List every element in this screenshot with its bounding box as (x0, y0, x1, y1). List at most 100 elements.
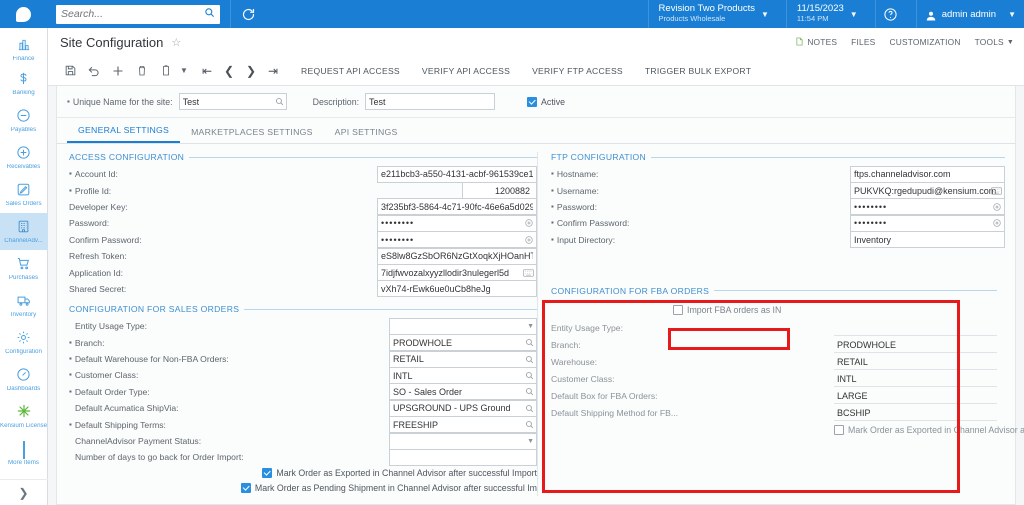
magnifier-lookup-icon[interactable] (275, 94, 284, 109)
sidebar-item-receivables[interactable]: Receivables (0, 139, 48, 176)
magnifier-lookup-icon[interactable] (525, 368, 534, 383)
magnifier-lookup-icon[interactable] (525, 352, 534, 367)
sidebar-item-configuration[interactable]: Configuration (0, 324, 48, 361)
fba-warehouse-value-wrap[interactable]: RETAIL (834, 355, 997, 370)
refresh-token-input[interactable]: eS8lw8GzSbOR6NzGtXoqkXjHOanHTQ (377, 247, 537, 265)
files-button[interactable]: FILES (851, 37, 875, 47)
ftp-password-input[interactable]: •••••••• (850, 198, 1005, 216)
application-id-input[interactable]: 7idjfwvozalxyyzllodir3nulegerl5d (377, 264, 537, 282)
fba-default-shipping-method-value-wrap[interactable]: BCSHIP (834, 406, 997, 421)
eye-reveal-icon[interactable] (524, 216, 534, 231)
refresh-icon[interactable] (231, 0, 265, 28)
profile-id-input[interactable]: 1200882 (462, 182, 537, 200)
import-fba-orders-as-in-row[interactable]: Import FBA orders as IN (673, 304, 781, 315)
customization-button[interactable]: CUSTOMIZATION (889, 37, 960, 47)
tools-button[interactable]: TOOLS ▼ (975, 37, 1014, 47)
confirm-password-input[interactable]: •••••••• (377, 231, 537, 249)
sidebar-item-payables[interactable]: Payables (0, 102, 48, 139)
magnifier-lookup-icon[interactable] (525, 384, 534, 399)
help-circle-icon[interactable] (876, 0, 906, 28)
eye-reveal-icon[interactable] (524, 232, 534, 247)
fba-customer-class-value-wrap[interactable]: INTL (834, 372, 997, 387)
trigger-bulk-export-button[interactable]: TRIGGER BULK EXPORT (634, 66, 762, 76)
copy-paste-dropdown-icon[interactable]: ▼ (178, 66, 190, 75)
so-mark-exported-checkbox-row[interactable]: Mark Order as Exported in Channel Adviso… (262, 468, 537, 479)
so-days-back-input[interactable] (389, 448, 537, 466)
fba-default-box-value-wrap[interactable]: LARGE (834, 389, 997, 404)
keyboard-icon[interactable] (991, 183, 1002, 198)
sidebar-item-banking[interactable]: Banking (0, 65, 48, 102)
so-branch-input[interactable]: PRODWHOLE (389, 334, 537, 352)
add-new-icon[interactable] (106, 59, 130, 83)
search-icon[interactable] (204, 7, 215, 21)
search-input[interactable] (61, 8, 204, 20)
company-selector[interactable]: Revision Two Products Products Wholesale… (649, 0, 776, 28)
magnifier-lookup-icon[interactable] (525, 401, 534, 416)
unique-name-input[interactable]: Test (178, 93, 287, 110)
so-payment-status-select[interactable]: ▼ (389, 432, 537, 450)
so-default-shipvia-input[interactable]: UPSGROUND - UPS Ground (389, 399, 537, 417)
chevron-down-icon[interactable]: ▼ (527, 319, 534, 334)
verify-api-access-button[interactable]: VERIFY API ACCESS (411, 66, 521, 76)
first-record-icon[interactable]: ⇤ (196, 59, 218, 83)
tab-api-settings[interactable]: API SETTINGS (324, 127, 409, 143)
request-api-access-button[interactable]: REQUEST API ACCESS (290, 66, 411, 76)
magnifier-lookup-icon[interactable] (525, 335, 534, 350)
acumatica-logo-icon[interactable] (0, 0, 48, 28)
ftp-input-directory-input[interactable]: Inventory (850, 231, 1005, 249)
copy-paste-icon[interactable] (154, 59, 178, 83)
ftp-hostname-input[interactable]: ftps.channeladvisor.com (850, 165, 1005, 183)
so-mark-exported-checkbox[interactable] (262, 468, 273, 479)
previous-record-icon[interactable]: ❮ (218, 59, 240, 83)
eye-reveal-icon[interactable] (992, 216, 1002, 231)
so-entity-usage-type-select[interactable]: ▼ (389, 317, 537, 335)
chevron-right-icon[interactable]: ❯ (0, 479, 48, 505)
fba-mark-exported-checkbox-row[interactable]: Mark Order as Exported in Channel Adviso… (834, 424, 1024, 435)
active-checkbox[interactable] (527, 96, 538, 107)
tab-marketplaces-settings[interactable]: MARKETPLACES SETTINGS (180, 127, 324, 143)
password-input[interactable]: •••••••• (377, 214, 537, 232)
fba-branch-value-wrap[interactable]: PRODWHOLE (834, 338, 997, 353)
account-id-input[interactable]: e211bcb3-a550-4131-acbf-961539ce1 (377, 165, 537, 183)
sidebar-item-kensium-license[interactable]: Kensium License (0, 398, 48, 435)
sidebar-item-finance[interactable]: Finance (0, 28, 48, 65)
sidebar-item-inventory[interactable]: Inventory (0, 287, 48, 324)
star-favorite-icon[interactable]: ☆ (171, 36, 181, 49)
undo-icon[interactable] (82, 59, 106, 83)
eye-reveal-icon[interactable] (992, 199, 1002, 214)
next-record-icon[interactable]: ❯ (240, 59, 262, 83)
import-fba-orders-as-in-checkbox[interactable] (673, 304, 683, 315)
save-icon[interactable] (58, 59, 82, 83)
sidebar-item-more-items[interactable]: More Items (0, 435, 48, 472)
business-date-selector[interactable]: 11/15/2023 11:54 PM ▼ (787, 0, 865, 28)
sidebar-item-dashboards[interactable]: Dashboards (0, 361, 48, 398)
notes-button[interactable]: NOTES (795, 36, 837, 49)
developer-key-input[interactable]: 3f235bf3-5864-4c71-90fc-46e6a5d029a8 (377, 198, 537, 216)
field-so-days-back: Number of days to go back for Order Impo… (69, 448, 537, 466)
search-box[interactable] (56, 4, 220, 24)
so-default-shipping-terms-input[interactable]: FREESHIP (389, 416, 537, 434)
tab-general-settings[interactable]: GENERAL SETTINGS (67, 125, 181, 143)
sidebar-item-sales-orders[interactable]: Sales Orders (0, 176, 48, 213)
chevron-down-icon[interactable]: ▼ (527, 434, 534, 449)
so-mark-pending-checkbox-row[interactable]: Mark Order as Pending Shipment in Channe… (240, 483, 537, 494)
active-checkbox-row[interactable]: Active (527, 96, 565, 107)
shared-secret-input[interactable]: vXh74-rEwk6ue0uCb8heJg (377, 280, 537, 298)
sidebar-item-channeladvisor[interactable]: ChannelAdv... (0, 213, 48, 250)
keyboard-icon[interactable] (523, 265, 534, 280)
so-mark-pending-checkbox[interactable] (240, 483, 251, 494)
fba-entity-usage-type-value-wrap[interactable] (834, 321, 997, 336)
description-input[interactable]: Test (365, 93, 496, 110)
magnifier-lookup-icon[interactable] (525, 417, 534, 432)
user-menu[interactable]: admin admin ▼ (917, 0, 1024, 28)
so-default-order-type-input[interactable]: SO - Sales Order (389, 383, 537, 401)
delete-icon[interactable] (130, 59, 154, 83)
so-default-warehouse-input[interactable]: RETAIL (389, 350, 537, 368)
so-customer-class-input[interactable]: INTL (389, 367, 537, 384)
sidebar-item-purchases[interactable]: Purchases (0, 250, 48, 287)
ftp-confirm-password-input[interactable]: •••••••• (850, 214, 1005, 232)
last-record-icon[interactable]: ⇥ (262, 59, 284, 83)
verify-ftp-access-button[interactable]: VERIFY FTP ACCESS (521, 66, 634, 76)
ftp-username-input[interactable]: PUKVKQ:rgedupudi@kensium.com (850, 182, 1005, 200)
fba-mark-exported-checkbox[interactable] (834, 424, 844, 435)
